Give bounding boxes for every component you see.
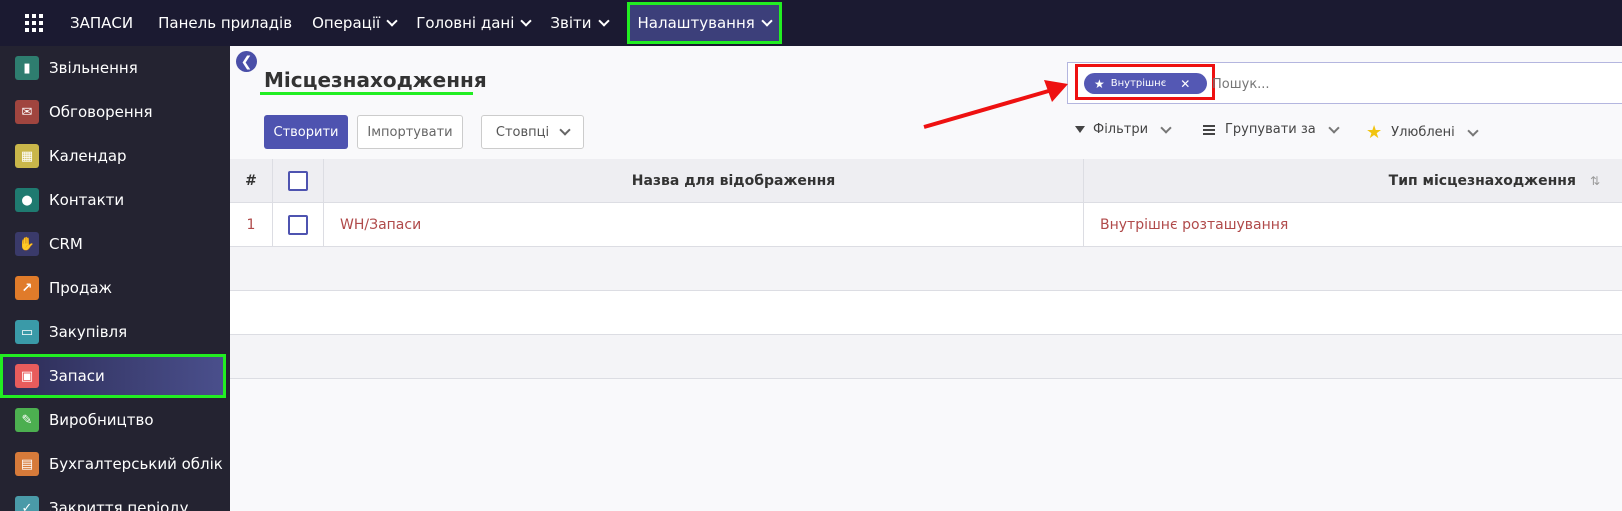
header-name[interactable]: Назва для відображення (324, 159, 1084, 202)
group-by-dropdown[interactable]: Групувати за (1203, 121, 1340, 137)
sort-icon[interactable]: ⇅ (1590, 174, 1600, 188)
header-name-label: Назва для відображення (631, 172, 836, 189)
sidebar-item[interactable]: ✎ Виробництво (0, 398, 230, 442)
chevron-down-icon (1160, 121, 1172, 134)
annotation-arrow-icon (923, 80, 1068, 129)
dismissal-icon: ▮ (15, 56, 39, 80)
columns-button[interactable]: Стовпці (481, 115, 584, 149)
facet-label: Внутрішнє (1110, 78, 1167, 89)
row-checkbox-cell (272, 203, 324, 246)
sidebar-item-label: Виробництво (49, 411, 154, 429)
sidebar-item[interactable]: ✓ Закриття періоду (0, 486, 230, 511)
row-type[interactable]: Внутрішнє розташування (1084, 203, 1622, 246)
favorites-label: Улюблені (1391, 125, 1455, 140)
header-checkbox-cell (272, 159, 324, 202)
table-header: # Назва для відображення Тип місцезнаход… (230, 159, 1622, 203)
sidebar-item-label: Звільнення (49, 59, 138, 77)
page-title: Місцезнаходження (264, 68, 487, 92)
table-row[interactable]: 1 WH/Запаси Внутрішнє розташування (230, 203, 1622, 247)
sidebar-item[interactable]: ▦ Календар (0, 134, 230, 178)
sidebar-item[interactable]: ↗ Продаж (0, 266, 230, 310)
row-num: 1 (246, 216, 256, 233)
group-by-label: Групувати за (1225, 122, 1316, 137)
purchase-icon: ▭ (15, 320, 39, 344)
handshake-icon: ✋ (15, 232, 39, 256)
header-type-label: Тип місцезнаходження (1388, 172, 1576, 189)
title-highlight (260, 92, 473, 95)
app-brand[interactable]: ЗАПАСИ (70, 14, 133, 32)
empty-row (230, 335, 1622, 379)
sidebar-item-label: CRM (49, 235, 83, 253)
favorites-dropdown[interactable]: ★ Улюблені (1366, 122, 1479, 143)
sidebar-item[interactable]: ▤ Бухгалтерський облік (0, 442, 230, 486)
sidebar-item[interactable]: ▮ Звільнення (0, 46, 230, 90)
wrench-icon: ✎ (15, 408, 39, 432)
star-icon: ★ (1366, 122, 1383, 143)
inventory-icon: ▣ (15, 364, 39, 388)
import-button[interactable]: Імпортувати (357, 115, 463, 149)
menu-reports[interactable]: Звіти (547, 0, 610, 46)
menu-settings-label: Налаштування (637, 14, 755, 32)
chevron-down-icon (761, 14, 773, 27)
sidebar-item-label: Бухгалтерський облік (49, 455, 223, 473)
sidebar-item[interactable]: ✋ CRM (0, 222, 230, 266)
chevron-down-icon (1328, 121, 1340, 134)
sidebar-item[interactable]: ● Контакти (0, 178, 230, 222)
accounting-icon: ▤ (15, 452, 39, 476)
sidebar-item-label: Контакти (49, 191, 125, 209)
columns-label: Стовпці (495, 124, 550, 140)
header-type[interactable]: Тип місцезнаходження ⇅ (1084, 159, 1622, 202)
menu-settings[interactable]: Налаштування (626, 2, 782, 44)
funnel-icon (1075, 126, 1085, 133)
row-name[interactable]: WH/Запаси (324, 203, 1084, 246)
sidebar-item-label: Обговорення (49, 103, 153, 121)
menu-dashboard[interactable]: Панель приладів (155, 0, 295, 46)
menu-dashboard-label: Панель приладів (158, 14, 293, 32)
sidebar-item-label: Продаж (49, 279, 113, 297)
chevron-down-icon (559, 124, 571, 136)
chevron-down-icon (1467, 124, 1479, 137)
apps-grid-icon[interactable] (25, 14, 43, 32)
filters-dropdown[interactable]: Фільтри (1075, 121, 1172, 137)
menu-operations-label: Операції (312, 14, 381, 32)
empty-row (230, 247, 1622, 291)
list-icon (1203, 124, 1215, 135)
sidebar-item-label: Закриття періоду (49, 499, 189, 511)
chevron-down-icon (597, 14, 610, 27)
locations-table: # Назва для відображення Тип місцезнаход… (230, 159, 1622, 379)
header-num: # (245, 172, 257, 189)
search-facet[interactable]: ★ Внутрішнє ✕ (1084, 73, 1207, 94)
empty-row (230, 291, 1622, 335)
sidebar-item[interactable]: ✉ Обговорення (0, 90, 230, 134)
menu-master-data-label: Головні дані (416, 14, 515, 32)
select-all-checkbox[interactable] (288, 170, 308, 191)
sidebar-item-label: Закупівля (49, 323, 128, 341)
search-input[interactable] (1212, 74, 1512, 94)
period-close-icon: ✓ (15, 496, 39, 511)
contacts-icon: ● (15, 188, 39, 212)
star-icon: ★ (1094, 76, 1105, 91)
sidebar-item-label: Календар (49, 147, 127, 165)
sidebar-item[interactable]: ▣ Запаси (0, 354, 226, 398)
create-button[interactable]: Створити (264, 115, 348, 149)
calendar-icon: ▦ (15, 144, 39, 168)
top-navbar: ЗАПАСИ Панель приладів Операції Головні … (0, 0, 1622, 46)
sidebar-item-label: Запаси (49, 367, 105, 385)
sales-chart-icon: ↗ (15, 276, 39, 300)
menu-operations[interactable]: Операції (309, 0, 399, 46)
chevron-down-icon (386, 14, 398, 27)
sidebar-item[interactable]: ▭ Закупівля (0, 310, 230, 354)
close-icon[interactable]: ✕ (1180, 77, 1190, 91)
menu-reports-label: Звіти (550, 14, 592, 32)
chevron-down-icon (520, 14, 533, 27)
back-arrow-icon[interactable]: ❮ (236, 51, 257, 72)
filters-label: Фільтри (1093, 122, 1149, 137)
app-sidebar: ▮ Звільнення ✉ Обговорення ▦ Календар ● Контакт… (0, 46, 230, 511)
menu-master-data[interactable]: Головні дані (413, 0, 533, 46)
discuss-icon: ✉ (15, 100, 39, 124)
row-checkbox[interactable] (288, 214, 308, 235)
